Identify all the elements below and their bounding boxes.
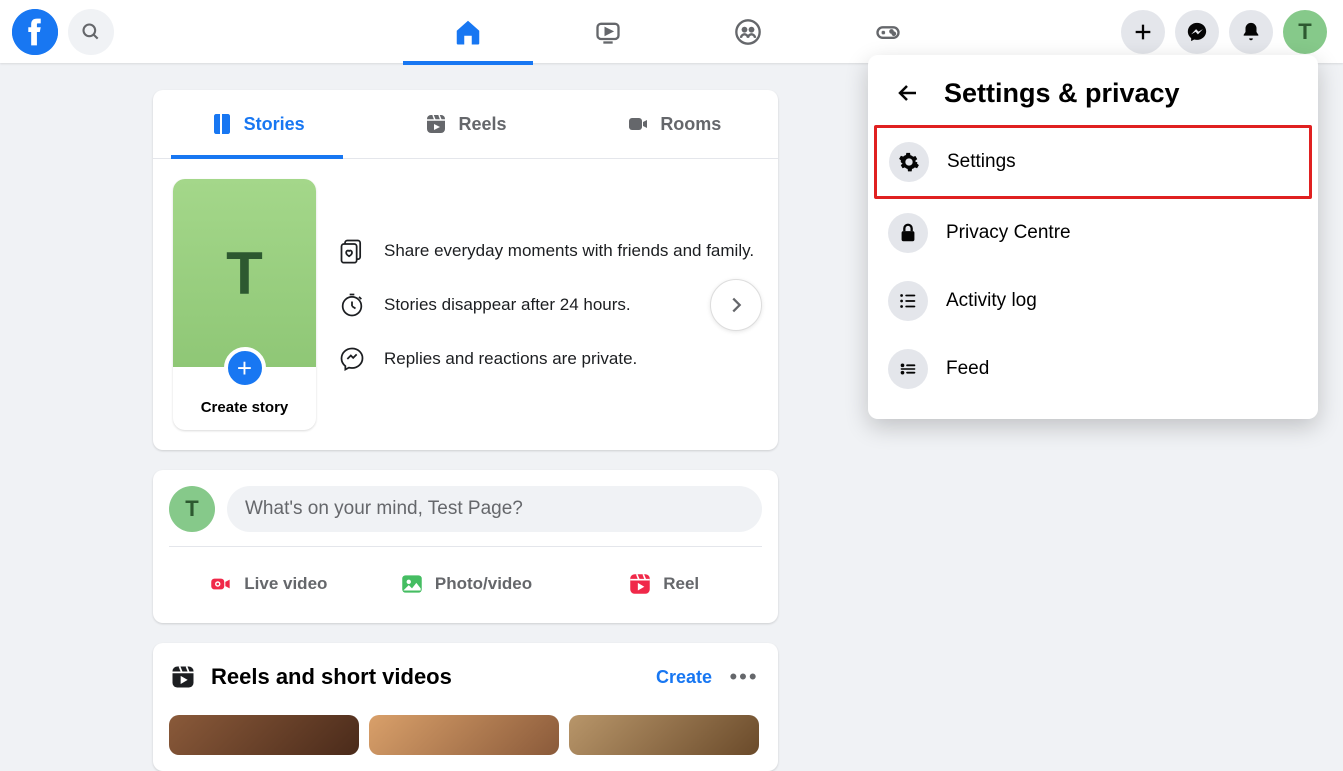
settings-privacy-dropdown: Settings & privacy Settings Privacy Cent… [868, 55, 1318, 419]
dropdown-back-button[interactable] [890, 75, 926, 111]
reels-create-link[interactable]: Create [656, 667, 712, 688]
nav-gaming[interactable] [823, 2, 953, 62]
photo-video-icon [399, 571, 425, 597]
composer-photo-video-label: Photo/video [435, 574, 532, 594]
reels-section-title: Reels and short videos [211, 664, 642, 690]
create-button[interactable] [1121, 10, 1165, 54]
story-info: Share everyday moments with friends and … [338, 237, 754, 373]
composer-top: T What's on your mind, Test Page? [169, 486, 762, 532]
reels-section-icon [169, 663, 197, 691]
gaming-icon [874, 18, 902, 46]
story-body: T + Create story Share everyday moments … [153, 159, 778, 450]
composer-avatar[interactable]: T [169, 486, 215, 532]
composer-actions: Live video Photo/video Reel [169, 561, 762, 607]
arrow-left-icon [896, 81, 920, 105]
composer-live-video-label: Live video [244, 574, 327, 594]
messenger-button[interactable] [1175, 10, 1219, 54]
dropdown-item-privacy-centre[interactable]: Privacy Centre [876, 199, 1310, 267]
stories-icon [210, 112, 234, 136]
nav-groups[interactable] [683, 2, 813, 62]
clock-icon [338, 291, 366, 319]
story-info-text-1: Share everyday moments with friends and … [384, 241, 754, 261]
gear-icon [889, 142, 929, 182]
rooms-icon [626, 112, 650, 136]
tab-reels-label: Reels [458, 114, 506, 135]
composer-input[interactable]: What's on your mind, Test Page? [227, 486, 762, 532]
cards-heart-icon [338, 237, 366, 265]
create-story-initial: T [226, 239, 263, 308]
reels-section-card: Reels and short videos Create ••• [153, 643, 778, 771]
highlight-box: Settings [874, 125, 1312, 199]
story-info-text-2: Stories disappear after 24 hours. [384, 295, 631, 315]
facebook-logo[interactable] [12, 9, 58, 55]
top-header: T [0, 0, 1343, 63]
story-info-text-3: Replies and reactions are private. [384, 349, 637, 369]
composer-live-video[interactable]: Live video [169, 561, 367, 607]
header-right: T [1121, 10, 1343, 54]
messenger-outline-icon [338, 345, 366, 373]
bell-icon [1240, 21, 1262, 43]
dropdown-item-activity-log[interactable]: Activity log [876, 267, 1310, 335]
messenger-icon [1186, 21, 1208, 43]
account-avatar[interactable]: T [1283, 10, 1327, 54]
search-icon [81, 22, 101, 42]
notifications-button[interactable] [1229, 10, 1273, 54]
tab-reels[interactable]: Reels [361, 90, 569, 158]
reel-thumb[interactable] [569, 715, 759, 755]
reels-thumbs [153, 703, 778, 771]
tab-stories[interactable]: Stories [153, 90, 361, 158]
create-story-preview: T + [173, 179, 316, 367]
story-info-row-2: Stories disappear after 24 hours. [338, 291, 754, 319]
create-story-plus-icon: + [224, 347, 266, 389]
home-icon [453, 17, 483, 47]
composer-photo-video[interactable]: Photo/video [367, 561, 565, 607]
tab-rooms-label: Rooms [660, 114, 721, 135]
tab-stories-label: Stories [244, 114, 305, 135]
story-info-row-1: Share everyday moments with friends and … [338, 237, 754, 265]
composer-reel[interactable]: Reel [564, 561, 762, 607]
reels-icon [424, 112, 448, 136]
nav-watch[interactable] [543, 2, 673, 62]
reel-thumb[interactable] [169, 715, 359, 755]
tab-rooms[interactable]: Rooms [570, 90, 778, 158]
dropdown-item-settings[interactable]: Settings [877, 128, 1309, 196]
story-tabs: Stories Reels Rooms [153, 90, 778, 159]
feed-icon [888, 349, 928, 389]
reel-icon [627, 571, 653, 597]
dropdown-item-feed[interactable]: Feed [876, 335, 1310, 403]
dropdown-title: Settings & privacy [944, 78, 1180, 109]
dropdown-header: Settings & privacy [876, 67, 1310, 125]
composer-reel-label: Reel [663, 574, 699, 594]
plus-icon [1132, 21, 1154, 43]
search-button[interactable] [68, 9, 114, 55]
create-story-card[interactable]: T + Create story [173, 179, 316, 430]
reels-more-button[interactable]: ••• [726, 659, 762, 695]
stories-card: Stories Reels Rooms T + Create sto [153, 90, 778, 450]
story-next-button[interactable] [710, 279, 762, 331]
nav-home[interactable] [403, 2, 533, 62]
groups-icon [734, 18, 762, 46]
dropdown-item-feed-label: Feed [946, 358, 989, 380]
reels-header: Reels and short videos Create ••• [153, 643, 778, 703]
composer-card: T What's on your mind, Test Page? Live v… [153, 470, 778, 623]
reel-thumb[interactable] [369, 715, 559, 755]
dropdown-item-activity-label: Activity log [946, 290, 1037, 312]
dropdown-item-settings-label: Settings [947, 151, 1016, 173]
dropdown-item-privacy-label: Privacy Centre [946, 222, 1071, 244]
header-left [0, 9, 114, 55]
chevron-right-icon [725, 294, 747, 316]
lock-icon [888, 213, 928, 253]
feed-column: Stories Reels Rooms T + Create sto [153, 90, 778, 771]
story-info-row-3: Replies and reactions are private. [338, 345, 754, 373]
composer-divider [169, 546, 762, 547]
header-nav [114, 2, 1121, 62]
watch-icon [594, 18, 622, 46]
live-video-icon [208, 571, 234, 597]
list-icon [888, 281, 928, 321]
